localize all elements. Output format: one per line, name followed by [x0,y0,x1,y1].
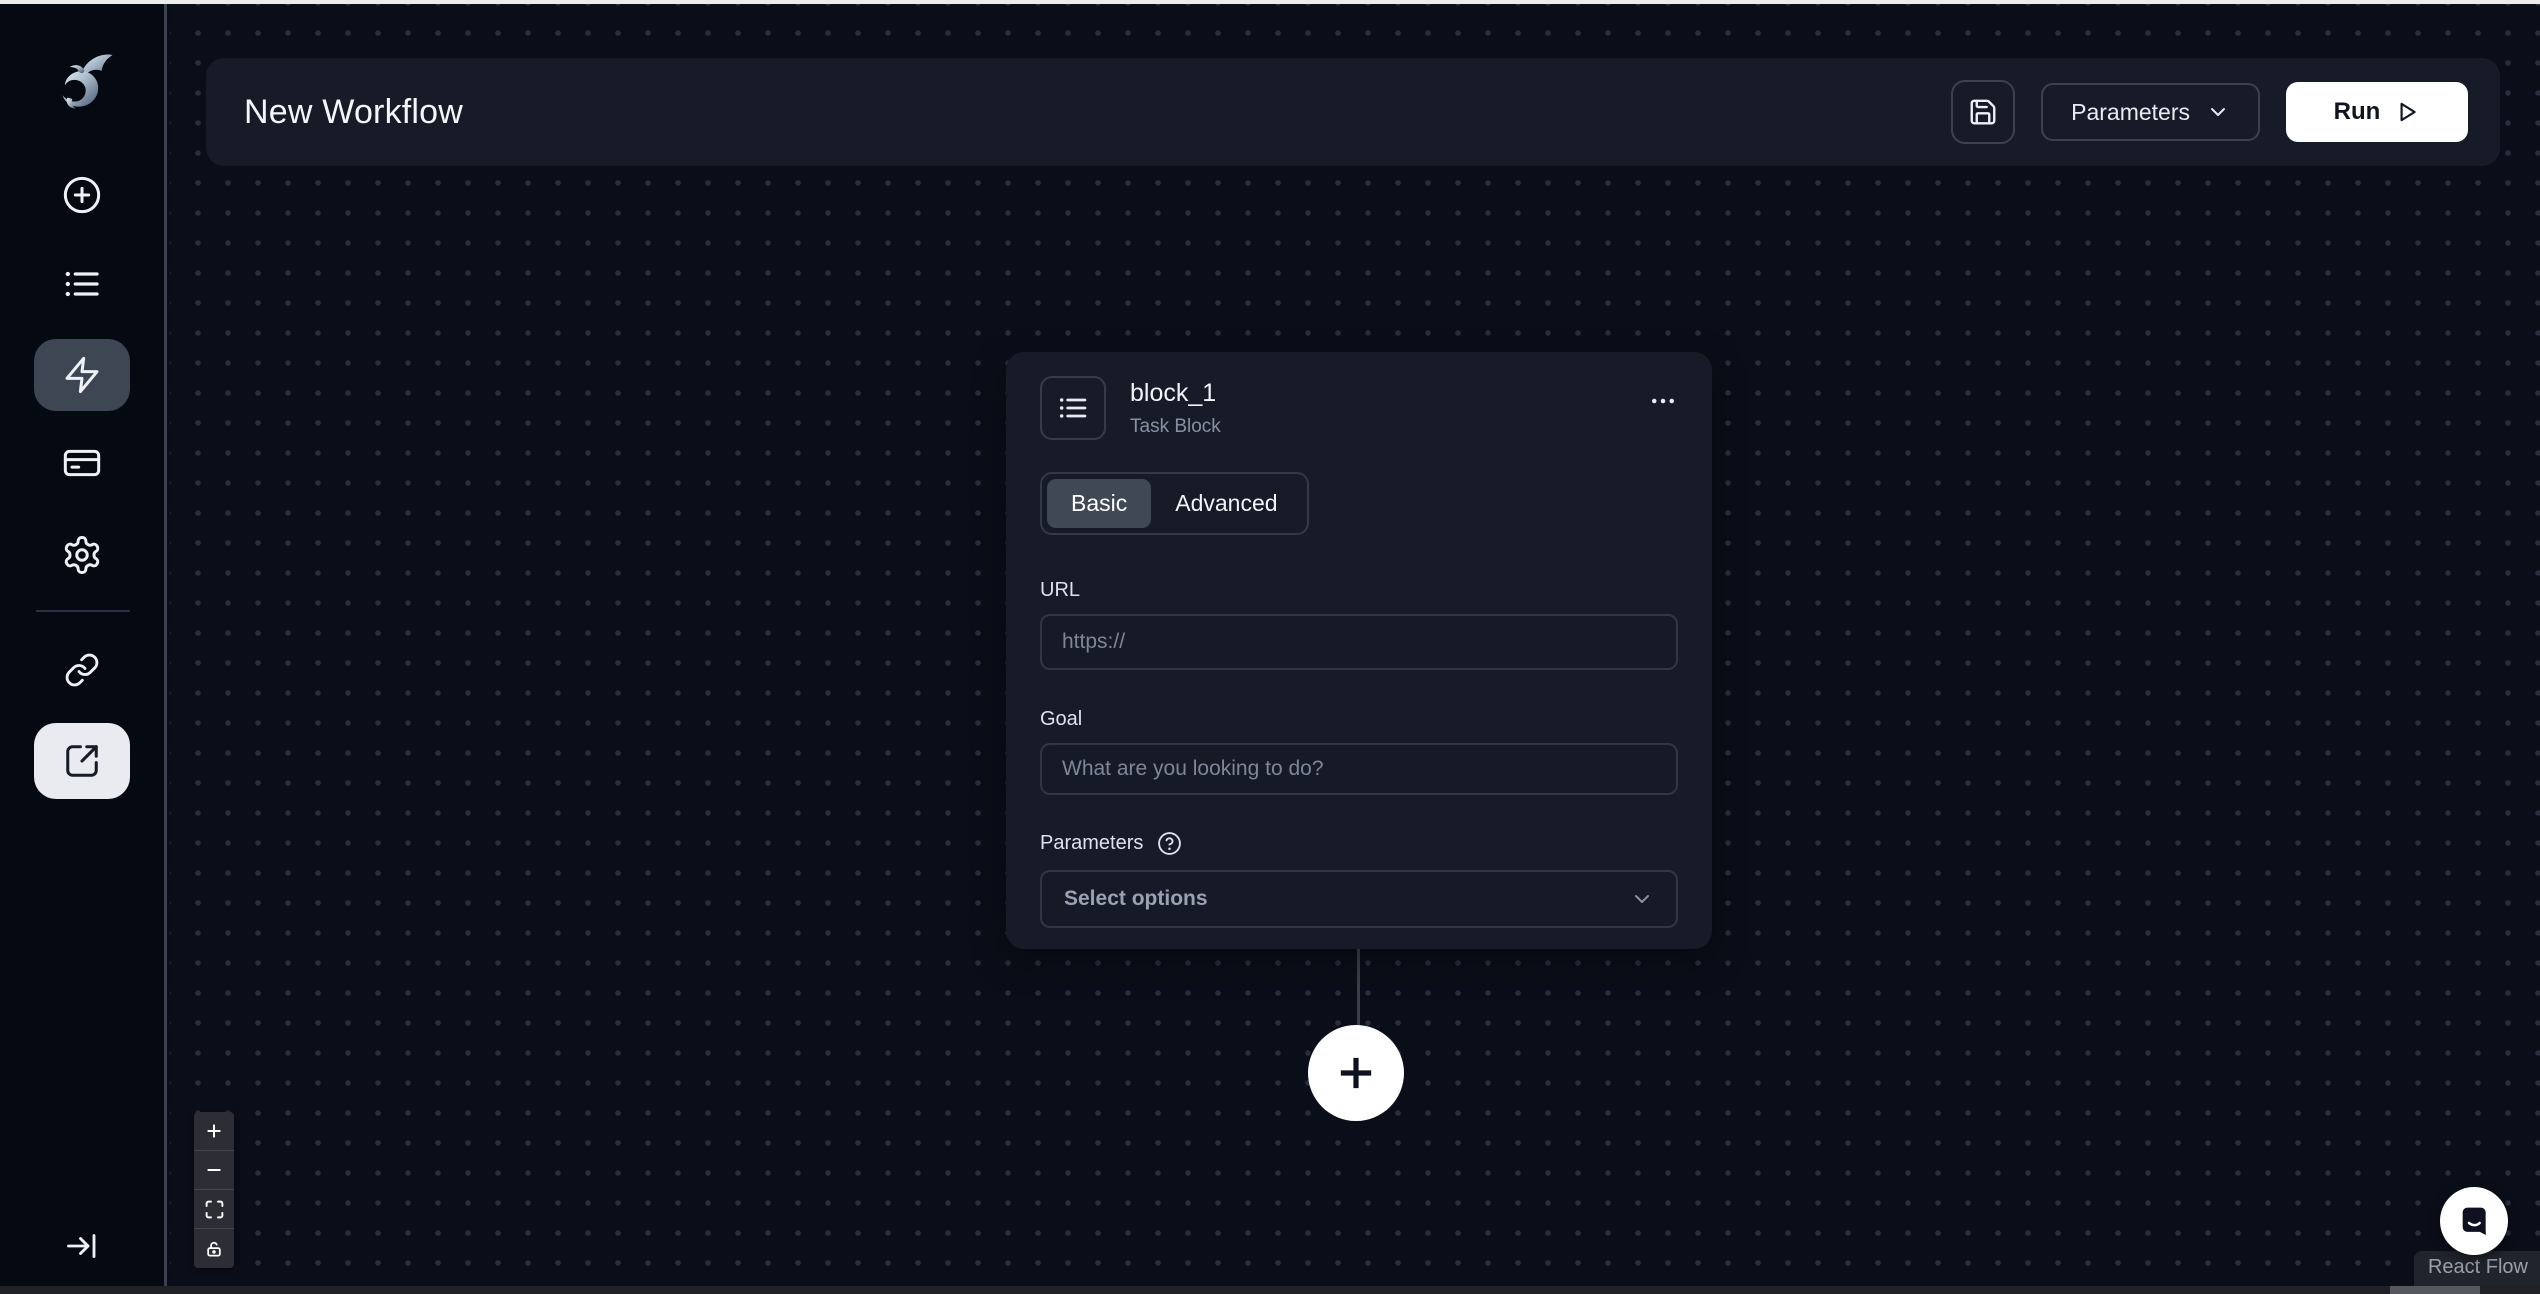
scrollbar-thumb[interactable] [2390,1286,2480,1294]
save-icon [1968,97,1998,127]
lightning-icon [62,355,102,395]
node-header: block_1 Task Block [1040,376,1678,440]
sidebar-divider [36,610,130,612]
window-bottom-edge [0,1286,2540,1294]
parameters-select[interactable]: Select options [1040,870,1678,928]
node-icon-box [1040,376,1106,440]
node-subtitle: Task Block [1130,416,1221,438]
chevron-down-icon [1630,887,1654,911]
goal-field-group: Goal [1040,708,1678,795]
canvas-controls [194,1112,234,1268]
page-title: New Workflow [244,93,463,132]
add-block-button[interactable] [1308,1025,1404,1121]
goal-input[interactable] [1040,743,1678,795]
lock-open-icon [204,1239,224,1259]
header-actions: Parameters Run [1951,80,2468,144]
sidebar-item-list[interactable] [62,264,102,304]
list-icon [62,264,102,304]
sidebar-item-external[interactable] [34,723,130,799]
url-label: URL [1040,579,1678,602]
arrow-right-to-line-icon [64,1228,100,1264]
plus-icon [203,1120,225,1142]
tab-advanced[interactable]: Advanced [1151,479,1301,528]
node-title: block_1 [1130,379,1221,408]
fit-view-button[interactable] [194,1190,234,1229]
credit-card-icon [62,443,102,483]
sidebar-collapse-button[interactable] [64,1228,100,1264]
parameters-field-group: Parameters Select options [1040,831,1678,928]
help-circle-icon[interactable] [1157,831,1182,856]
gear-icon [61,534,103,576]
node-menu-button[interactable] [1644,382,1682,420]
intercom-chat-icon [2454,1201,2494,1241]
sidebar-item-settings[interactable] [61,534,103,576]
skyvern-logo[interactable] [43,44,121,122]
plus-circle-icon [62,175,102,215]
parameters-label-text: Parameters [1040,832,1143,855]
zoom-in-button[interactable] [194,1112,234,1151]
parameters-button-label: Parameters [2071,99,2190,126]
sidebar-item-billing[interactable] [62,443,102,483]
tab-basic[interactable]: Basic [1047,479,1151,528]
zoom-out-button[interactable] [194,1151,234,1190]
react-flow-attribution: React Flow [2414,1251,2540,1286]
list-icon [1057,392,1089,424]
ellipsis-icon [1648,386,1678,416]
node-header-text: block_1 Task Block [1130,376,1221,438]
maximize-icon [204,1199,225,1220]
save-button[interactable] [1951,80,2015,144]
workflow-header-panel: New Workflow Parameters [206,58,2500,166]
sidebar-item-link[interactable] [64,652,100,688]
lock-interactivity-button[interactable] [194,1229,234,1268]
goal-label: Goal [1040,708,1678,731]
window-top-edge [0,0,2540,4]
minus-icon [203,1159,225,1181]
sidebar [0,4,167,1286]
parameters-select-value: Select options [1064,887,1208,911]
sidebar-item-create[interactable] [62,175,102,215]
parameters-button[interactable]: Parameters [2041,83,2260,141]
chevron-down-icon [2206,100,2230,124]
run-button[interactable]: Run [2286,82,2468,142]
url-field-group: URL [1040,579,1678,670]
run-button-label: Run [2334,98,2381,126]
play-icon [2394,99,2420,125]
sidebar-item-workflows[interactable] [34,339,130,411]
url-input[interactable] [1040,614,1678,670]
node-tabs: Basic Advanced [1040,472,1309,535]
chat-launcher-button[interactable] [2440,1187,2508,1255]
edge-connector [1357,947,1360,1029]
parameters-label: Parameters [1040,831,1678,856]
workflow-canvas[interactable]: New Workflow Parameters [170,4,2540,1286]
plus-icon [1330,1047,1382,1099]
link-icon [64,652,100,688]
external-link-icon [63,742,101,780]
task-block-node[interactable]: block_1 Task Block Basic Advanced URL Go… [1006,352,1712,949]
dragon-logo-icon [43,44,121,122]
